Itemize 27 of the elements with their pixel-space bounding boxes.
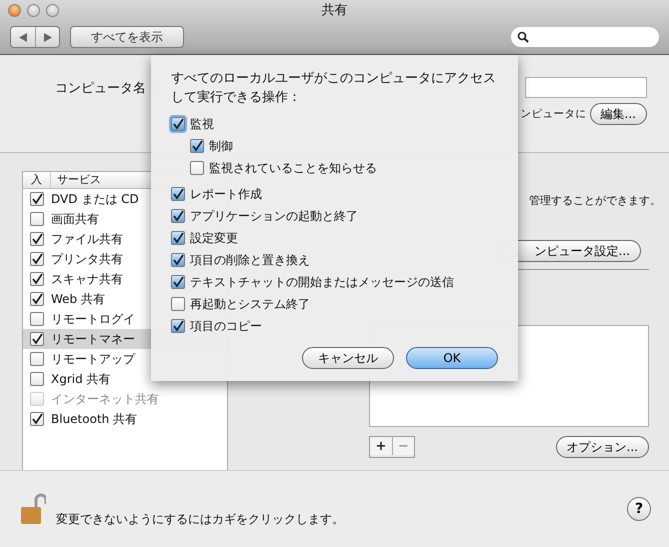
option-label: テキストチャットの開始またはメッセージの送信 <box>190 274 454 290</box>
option-label: 制御 <box>209 138 233 154</box>
lock-hint-text: 変更できないようにするにはカギをクリックします。 <box>56 510 344 528</box>
computer-name-label: コンピュータ名： <box>55 80 159 96</box>
option-label: アプリケーションの起動と終了 <box>190 208 358 224</box>
service-name: Bluetooth 共有 <box>51 410 138 428</box>
service-name: Web 共有 <box>51 290 105 308</box>
service-name: ファイル共有 <box>51 230 123 248</box>
description-text: 管理することができます。 <box>529 193 661 208</box>
option-label: 監視されていることを知らせる <box>209 160 377 176</box>
option-label: 設定変更 <box>190 230 238 246</box>
sheet-title: すべてのローカルユーザがこのコンピュータにアクセスして実行できる操作： <box>171 70 497 107</box>
option-label: レポート作成 <box>190 186 262 202</box>
service-name: スキャナ共有 <box>51 270 123 288</box>
service-name: 画面共有 <box>51 210 99 228</box>
window-title: 共有 <box>322 2 348 19</box>
service-name: プリンタ共有 <box>51 250 123 268</box>
option-label: 監視 <box>190 116 214 132</box>
service-name: Xgrid 共有 <box>51 370 111 388</box>
service-name: インターネット共有 <box>51 390 159 408</box>
option-label: 再起動とシステム終了 <box>190 296 310 312</box>
address-hint-text: ンピュータに <box>520 107 587 121</box>
option-label: 項目の削除と置き換え <box>190 252 310 268</box>
service-name: リモートアップ <box>51 350 135 368</box>
service-name: DVD または CD <box>51 190 139 208</box>
service-name: リモートマネー <box>51 330 135 348</box>
service-name: リモートログイ <box>51 310 135 328</box>
